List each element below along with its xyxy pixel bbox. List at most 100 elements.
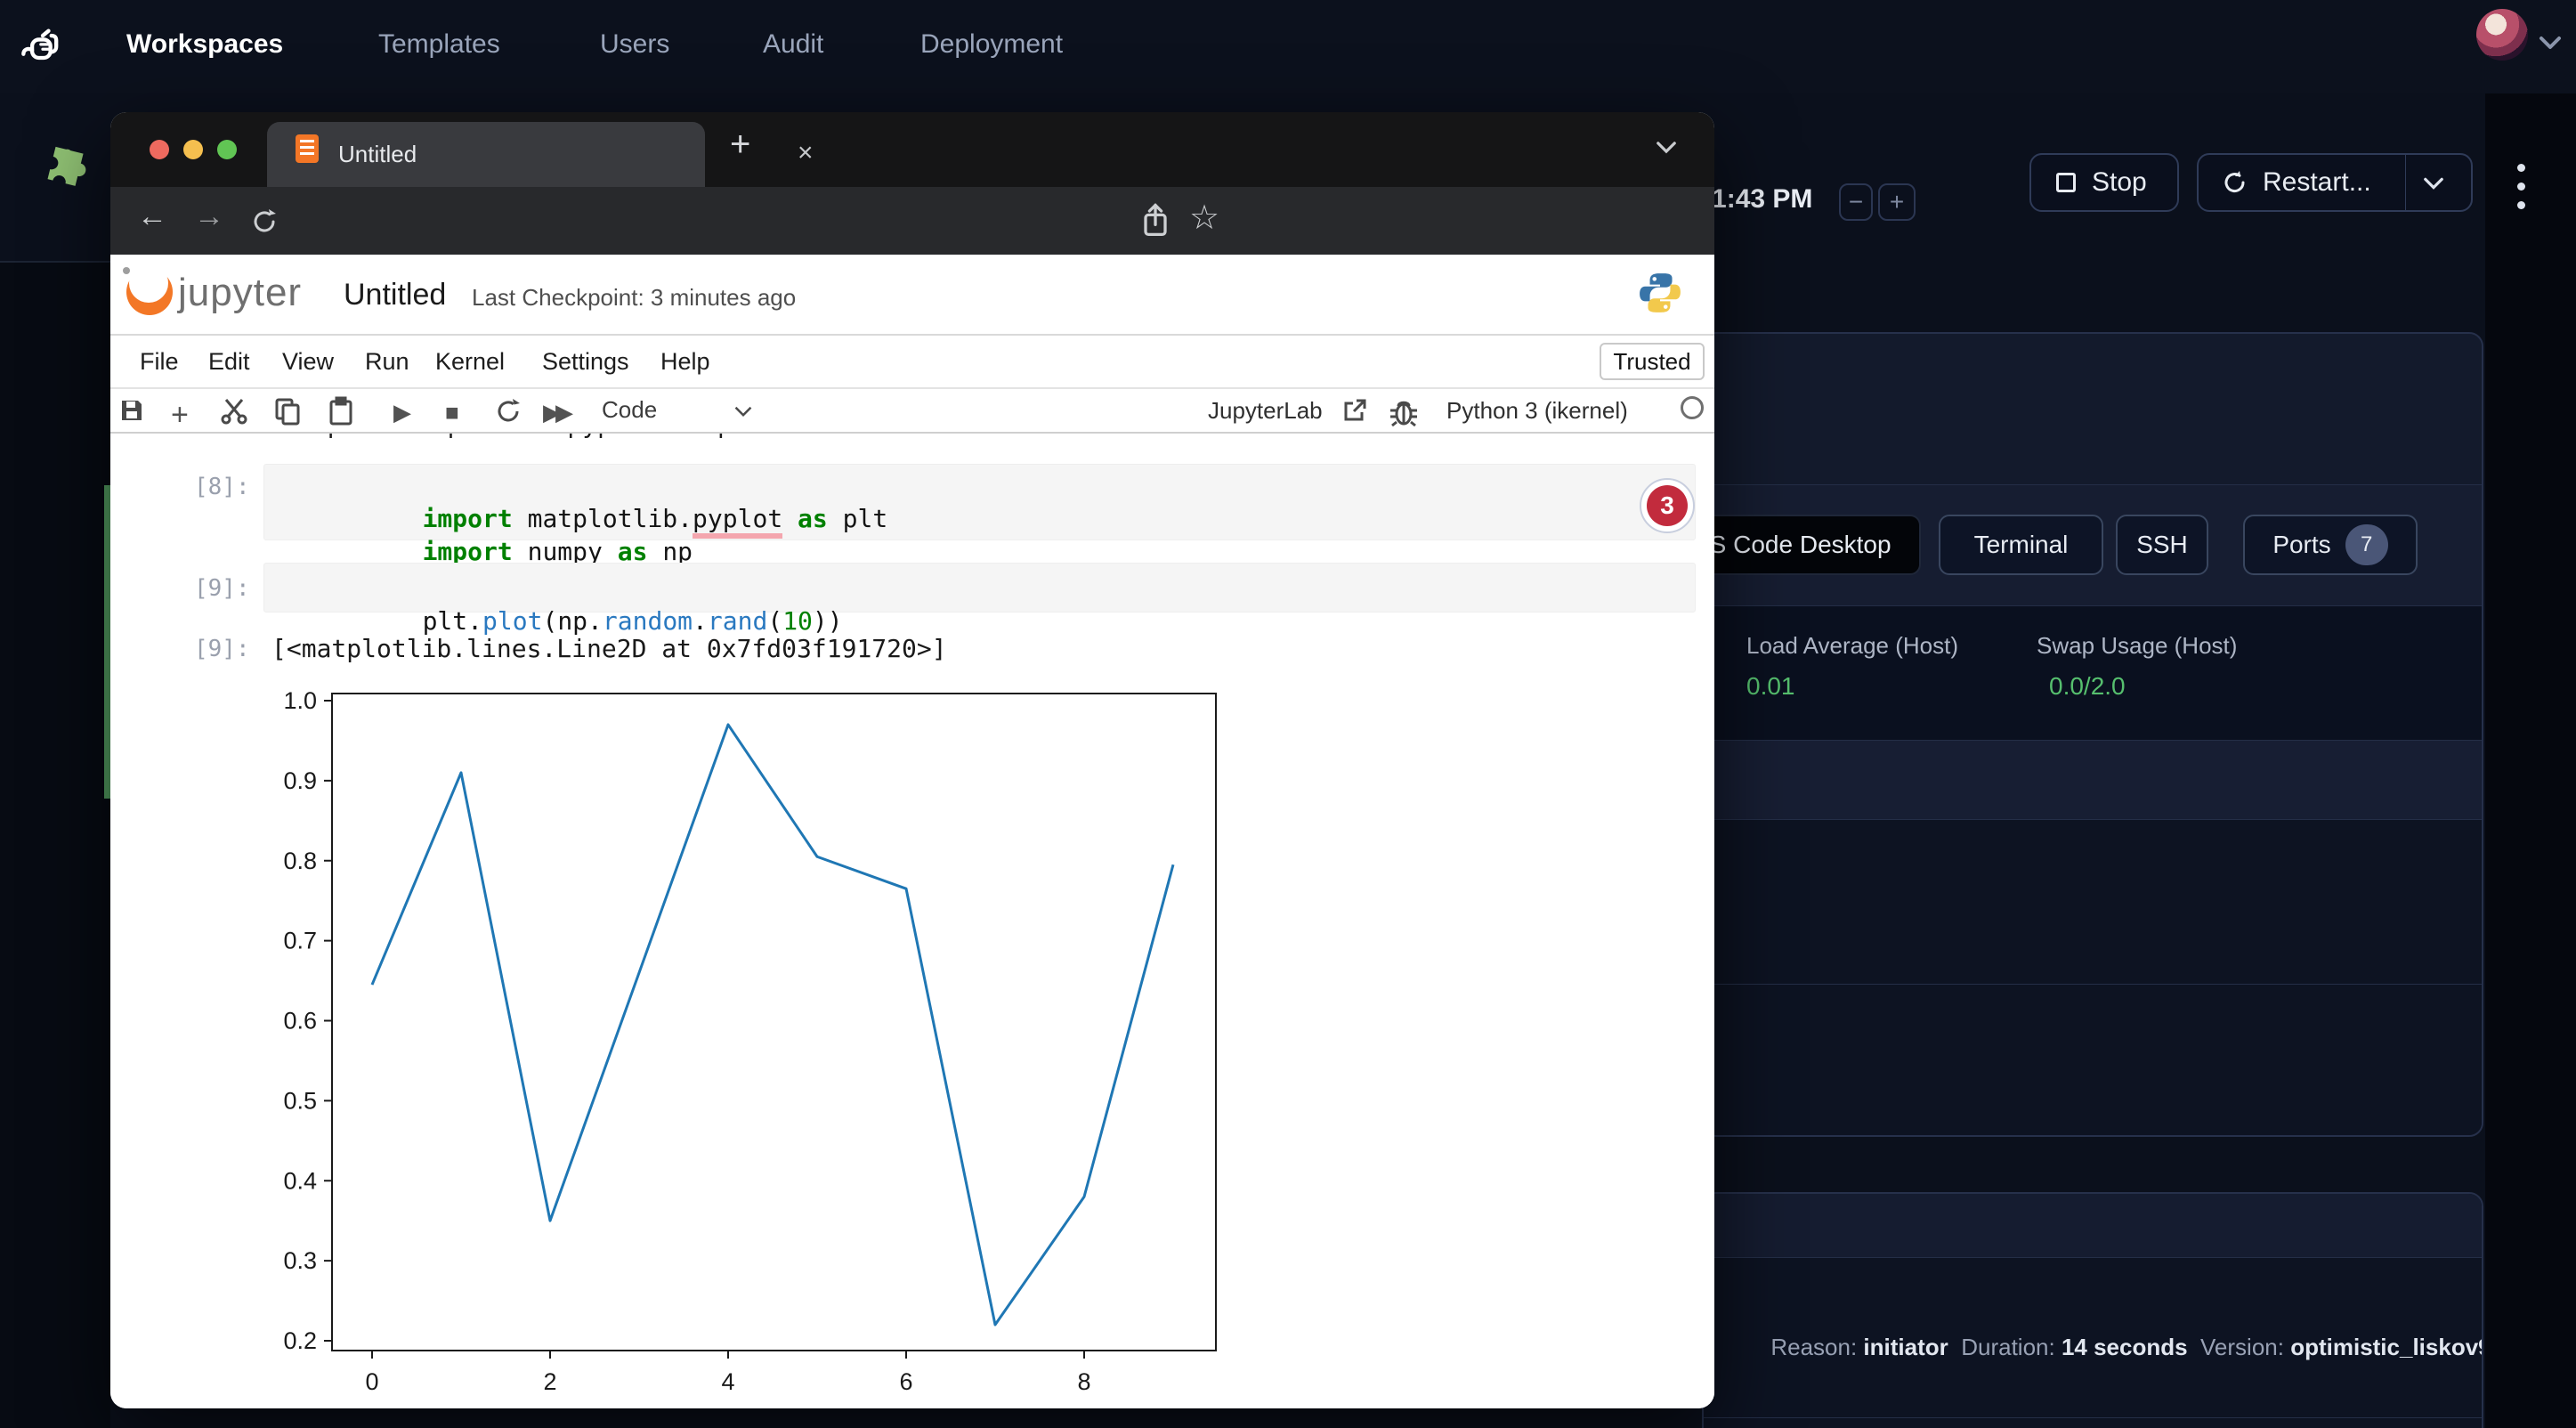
right-gutter: [2485, 93, 2576, 1428]
menu-settings[interactable]: Settings: [542, 348, 629, 376]
restart-workspace-button[interactable]: Restart...: [2197, 153, 2473, 212]
python-logo-icon: [1638, 271, 1682, 315]
duration-value: 14 seconds: [2062, 1334, 2188, 1360]
cell-type-select[interactable]: Code: [602, 396, 657, 424]
kernel-name[interactable]: Python 3 (ikernel): [1446, 397, 1628, 425]
paste-cell-icon[interactable]: [326, 396, 356, 426]
cell-type-caret-icon[interactable]: [733, 405, 753, 418]
tab-list-chevron-icon[interactable]: [1656, 141, 1677, 154]
divider: [1704, 1417, 2482, 1418]
panel-band: [1704, 740, 2482, 820]
svg-text:4: 4: [721, 1368, 734, 1395]
menu-help[interactable]: Help: [660, 348, 710, 376]
menu-view[interactable]: View: [282, 348, 334, 376]
code-cell-8[interactable]: import matplotlib.pyplot as plt import n…: [263, 464, 1696, 540]
code-token: np: [557, 606, 587, 636]
more-options-kebab[interactable]: [2517, 158, 2525, 215]
divider: [2405, 155, 2406, 210]
cut-cell-icon[interactable]: [219, 396, 249, 426]
code-token: .: [693, 606, 708, 636]
tab-terminal[interactable]: Terminal: [1939, 515, 2103, 575]
app-puzzle-icon[interactable]: [36, 138, 106, 207]
svg-text:0.4: 0.4: [283, 1167, 317, 1194]
nav-users[interactable]: Users: [600, 29, 669, 60]
share-icon[interactable]: [1139, 201, 1171, 240]
stop-workspace-button[interactable]: Stop: [2029, 153, 2179, 212]
code-token: (: [542, 606, 557, 636]
nav-workspaces[interactable]: Workspaces: [126, 29, 283, 60]
reason-label: Reason:: [1770, 1334, 1863, 1360]
tab-label: VS Code Desktop: [1693, 531, 1891, 559]
save-icon[interactable]: [117, 396, 146, 425]
menu-run[interactable]: Run: [365, 348, 409, 376]
collaborator-badge[interactable]: 3: [1640, 478, 1695, 533]
panel-section: [1704, 820, 2482, 985]
checkpoint-status: Last Checkpoint: 3 minutes ago: [472, 284, 796, 312]
menu-kernel[interactable]: Kernel: [435, 348, 505, 376]
tab-close-icon[interactable]: ×: [798, 138, 814, 168]
matplotlib-line-chart: 0.20.30.40.50.60.70.80.91.002468: [276, 686, 1246, 1398]
coder-logo-icon[interactable]: [20, 23, 66, 69]
nav-templates[interactable]: Templates: [378, 29, 500, 60]
external-link-icon[interactable]: [1342, 398, 1367, 423]
jupyter-toolbar: + ▶ ■ ▶▶ Code J: [110, 389, 1714, 434]
cell-output-text: [<matplotlib.lines.Line2D at 0x7fd03f191…: [271, 634, 947, 663]
tab-label: Terminal: [1974, 531, 2069, 559]
close-window-button[interactable]: [150, 140, 169, 159]
restart-menu-chevron-icon[interactable]: [2423, 176, 2444, 191]
bookmark-star-icon[interactable]: ☆: [1189, 198, 1219, 238]
restart-kernel-icon[interactable]: [493, 396, 523, 426]
nav-deployment[interactable]: Deployment: [920, 29, 1063, 60]
reload-icon[interactable]: [249, 207, 279, 237]
add-cell-icon[interactable]: +: [171, 398, 189, 433]
copy-cell-icon[interactable]: [272, 396, 303, 426]
cell-prompt: [9]:: [194, 575, 250, 602]
clipped-code-line: import matplotlib.pyplot as plt: [292, 434, 1093, 442]
output-prompt: [9]:: [194, 636, 250, 662]
nav-audit[interactable]: Audit: [763, 29, 823, 60]
build-info-panel: Reason: initiator Duration: 14 seconds V…: [1702, 1192, 2483, 1428]
notebook-title[interactable]: Untitled: [344, 278, 446, 312]
svg-text:0.2: 0.2: [283, 1327, 317, 1354]
chevron-down-icon[interactable]: [2539, 36, 2562, 50]
workspace-panel: Load Average (Host) 0.01 Swap Usage (Hos…: [1702, 332, 2483, 1137]
code-token: as: [798, 504, 828, 533]
duration-label: Duration:: [1948, 1334, 2062, 1360]
code-token: plt: [828, 504, 887, 533]
zoom-out-button[interactable]: −: [1839, 183, 1873, 221]
user-avatar[interactable]: [2476, 9, 2528, 61]
code-token: )): [813, 606, 843, 636]
screen: Workspaces Templates Users Audit Deploym…: [0, 0, 2576, 1428]
svg-text:0.5: 0.5: [283, 1087, 317, 1114]
jupyter-brand: jupyter: [178, 271, 302, 315]
tab-ssh[interactable]: SSH: [2116, 515, 2208, 575]
debugger-bug-icon[interactable]: [1389, 394, 1419, 428]
menu-file[interactable]: File: [140, 348, 179, 376]
stat-value: 0.0/2.0: [2049, 672, 2237, 701]
maximize-window-button[interactable]: [217, 140, 237, 159]
stat-label: Swap Usage (Host): [2037, 632, 2237, 660]
svg-text:0: 0: [365, 1368, 378, 1395]
browser-tab[interactable]: Untitled ×: [267, 122, 705, 187]
browser-titlebar[interactable]: Untitled × +: [110, 112, 1714, 187]
tab-ports[interactable]: Ports 7: [2243, 515, 2418, 575]
app-top-nav: Workspaces Templates Users Audit Deploym…: [0, 0, 2576, 93]
open-jupyterlab-link[interactable]: JupyterLab: [1208, 397, 1323, 425]
forward-icon[interactable]: →: [194, 199, 224, 234]
zoom-in-button[interactable]: +: [1878, 183, 1916, 221]
jupyter-favicon-icon: [296, 134, 319, 163]
trusted-button[interactable]: Trusted: [1600, 343, 1705, 380]
back-icon[interactable]: ←: [137, 199, 167, 234]
new-tab-button[interactable]: +: [730, 125, 750, 165]
restart-run-all-icon[interactable]: ▶▶: [543, 399, 568, 426]
minimize-window-button[interactable]: [183, 140, 203, 159]
run-cell-icon[interactable]: ▶: [393, 399, 411, 426]
code-cell-9[interactable]: plt.plot(np.random.rand(10)): [263, 563, 1696, 613]
menu-edit[interactable]: Edit: [208, 348, 250, 376]
jupyter-notebook-page: jupyter Untitled Last Checkpoint: 3 minu…: [110, 255, 1714, 1408]
svg-text:8: 8: [1077, 1368, 1090, 1395]
code-token: plt: [423, 606, 468, 636]
svg-text:0.3: 0.3: [283, 1247, 317, 1274]
version-value: optimistic_liskov9: [2290, 1334, 2483, 1360]
interrupt-kernel-icon[interactable]: ■: [445, 399, 459, 426]
